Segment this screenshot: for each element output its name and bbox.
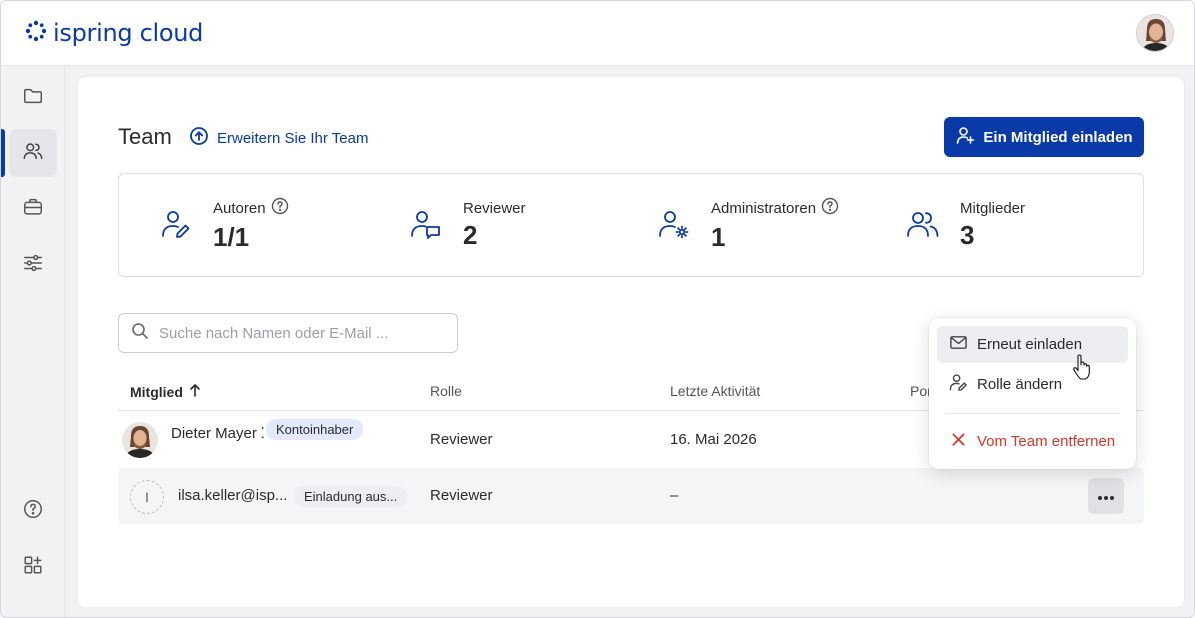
stat-authors-label: Autoren bbox=[213, 199, 266, 217]
stat-members-label: Mitglieder bbox=[960, 199, 1026, 217]
invite-member-label: Ein Mitglied einladen bbox=[983, 128, 1133, 146]
member-email: ilsa.keller@isp... bbox=[178, 487, 288, 504]
stats-panel: Autoren 1/1 Reviewer 2 Administratoren 1… bbox=[118, 173, 1144, 277]
folder-icon bbox=[22, 85, 44, 112]
sidebar-item-courses[interactable] bbox=[9, 185, 57, 233]
menu-item-reinvite[interactable]: Erneut einladen bbox=[937, 326, 1128, 363]
sidebar-item-team[interactable] bbox=[9, 129, 57, 177]
stat-reviewers-value: 2 bbox=[463, 219, 478, 250]
menu-item-remove-label: Vom Team entfernen bbox=[977, 433, 1116, 450]
column-member-label: Mitglied bbox=[130, 383, 183, 400]
stat-members: Mitglieder 3 bbox=[906, 174, 1025, 276]
sidebar bbox=[1, 66, 65, 617]
column-role[interactable]: Rolle bbox=[430, 383, 462, 399]
help-icon bbox=[22, 498, 44, 525]
member-initial-avatar: I bbox=[130, 480, 164, 514]
top-bar: ispring cloud bbox=[1, 1, 1194, 66]
search-icon bbox=[131, 322, 149, 345]
stat-admins-label: Administratoren bbox=[711, 199, 817, 217]
stat-authors-value: 1/1 bbox=[213, 222, 250, 252]
users-icon bbox=[22, 140, 44, 167]
mail-icon bbox=[949, 333, 968, 356]
expand-team-link[interactable]: Erweitern Sie Ihr Team bbox=[189, 126, 368, 150]
sort-arrow-up-icon bbox=[189, 383, 201, 400]
stat-admins: Administratoren 1 bbox=[657, 174, 839, 276]
menu-item-change-role[interactable]: Rolle ändern bbox=[937, 366, 1128, 403]
stat-authors: Autoren 1/1 bbox=[159, 174, 289, 276]
member-role: Reviewer bbox=[430, 431, 493, 448]
user-avatar[interactable] bbox=[1136, 14, 1174, 52]
arrow-up-circle-icon bbox=[189, 126, 209, 150]
member-last-activity: – bbox=[670, 487, 679, 504]
expand-team-label: Erweitern Sie Ihr Team bbox=[217, 129, 369, 147]
page-title: Team bbox=[118, 124, 172, 149]
sidebar-item-apps[interactable] bbox=[9, 543, 57, 591]
invite-member-button[interactable]: Ein Mitglied einladen bbox=[944, 117, 1144, 157]
sidebar-item-help[interactable] bbox=[9, 487, 57, 535]
stat-reviewers: Reviewer 2 bbox=[409, 174, 526, 276]
member-last-activity: 16. Mai 2026 bbox=[670, 431, 757, 448]
user-edit-icon bbox=[949, 373, 968, 396]
owner-badge: Kontoinhaber bbox=[266, 419, 364, 440]
sidebar-item-settings[interactable] bbox=[9, 241, 57, 289]
authors-help-icon[interactable] bbox=[271, 197, 289, 219]
stat-admins-value: 1 bbox=[711, 222, 726, 252]
users-icon bbox=[906, 208, 940, 242]
apps-icon bbox=[22, 554, 44, 581]
stat-reviewers-label: Reviewer bbox=[463, 199, 526, 217]
app-window: ispring cloud Team Erweitern Sie Ihr Tea… bbox=[0, 0, 1195, 618]
close-icon bbox=[949, 430, 968, 453]
sidebar-active-indicator bbox=[1, 129, 5, 177]
user-plus-icon bbox=[955, 125, 975, 149]
brand-name: ispring cloud bbox=[53, 19, 204, 47]
member-role: Reviewer bbox=[430, 487, 493, 504]
stat-members-value: 3 bbox=[960, 219, 975, 250]
user-comment-icon bbox=[409, 208, 443, 242]
user-gear-icon bbox=[657, 208, 691, 242]
sidebar-item-content[interactable] bbox=[9, 74, 57, 122]
briefcase-icon bbox=[22, 196, 44, 223]
menu-item-reinvite-label: Erneut einladen bbox=[977, 336, 1083, 353]
invitation-badge: Einladung aus... bbox=[294, 486, 408, 507]
column-member[interactable]: Mitglied bbox=[130, 383, 201, 400]
member-avatar bbox=[122, 422, 158, 458]
more-horizontal-icon bbox=[1097, 488, 1115, 505]
member-name: Dieter Mayer ⸬ bbox=[171, 425, 264, 442]
member-search[interactable] bbox=[118, 313, 458, 353]
table-row[interactable]: I ilsa.keller@isp... Einladung aus... Re… bbox=[118, 468, 1144, 524]
ispring-logo-icon bbox=[25, 18, 47, 49]
menu-item-remove-from-team[interactable]: Vom Team entfernen bbox=[937, 423, 1128, 460]
row-more-button[interactable] bbox=[1088, 478, 1124, 514]
menu-divider bbox=[945, 413, 1120, 414]
user-pen-icon bbox=[159, 208, 193, 242]
row-action-menu: Erneut einladen Rolle ändern Vom Team en… bbox=[929, 318, 1136, 469]
admins-help-icon[interactable] bbox=[821, 197, 839, 219]
column-last-activity[interactable]: Letzte Aktivität bbox=[670, 383, 760, 399]
search-input[interactable] bbox=[159, 324, 439, 342]
brand-logo[interactable]: ispring cloud bbox=[25, 19, 203, 47]
hand-cursor-icon bbox=[1072, 354, 1092, 382]
sliders-icon bbox=[22, 252, 44, 279]
menu-item-change-role-label: Rolle ändern bbox=[977, 376, 1063, 393]
